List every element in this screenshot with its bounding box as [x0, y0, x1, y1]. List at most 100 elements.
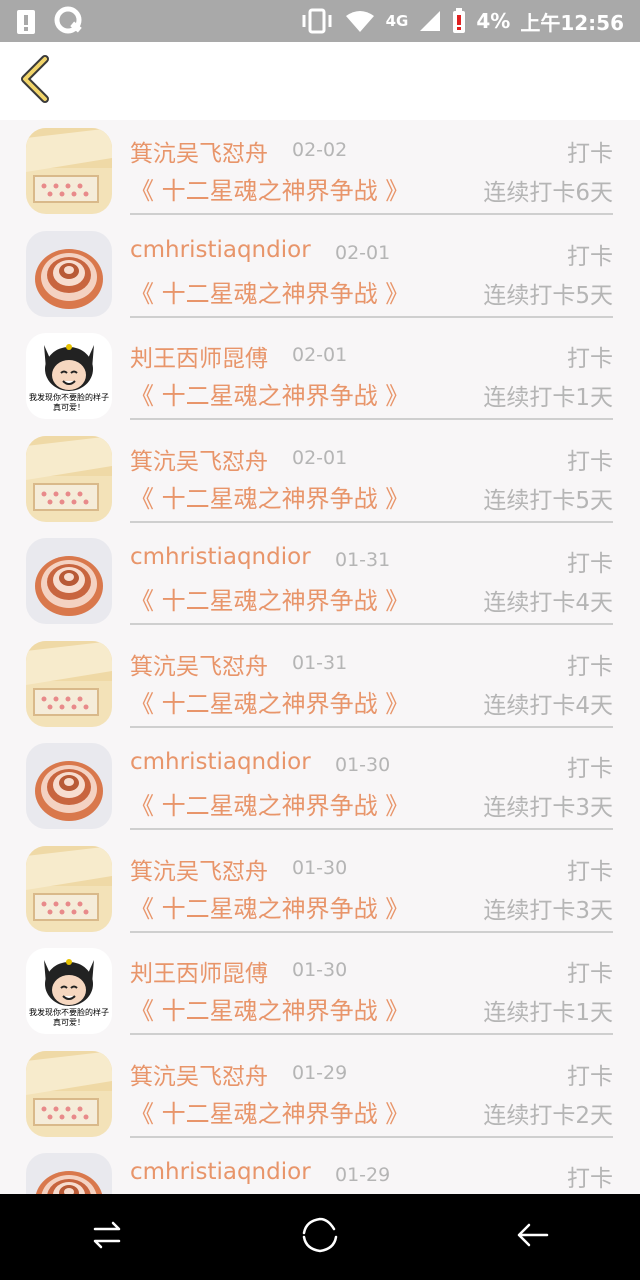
avatar[interactable]: 我发现你不要脸的样子真可爱！	[26, 333, 112, 419]
row-content: 箕沆吴飞怼舟 01-29 打卡《 十二星魂之神界争战 》 连续打卡2天	[130, 1043, 613, 1138]
username[interactable]: 刔王㐁师㖯傅	[130, 954, 268, 988]
search-app-icon	[54, 6, 84, 36]
avatar[interactable]	[26, 128, 112, 214]
username[interactable]: 箕沆吴飞怼舟	[130, 647, 268, 681]
row-content: cmhristiaqndior 02-01 打卡《 十二星魂之神界争战 》 连续打卡5…	[130, 223, 613, 318]
nav-back-button[interactable]	[503, 1207, 563, 1267]
checkin-row[interactable]: 我发现你不要脸的样子真可爱！ 刔王㐁师㖯傅 02-01 打卡《 十二星魂之神界争战 》…	[0, 325, 640, 428]
sim-alert-icon	[16, 7, 36, 35]
checkin-action-label: 打卡	[567, 756, 613, 782]
back-button[interactable]	[14, 55, 54, 107]
checkin-date: 01-30	[292, 856, 348, 879]
checkin-row[interactable]: cmhristiaqndior 01-29 打卡	[0, 1145, 640, 1194]
avatar[interactable]	[26, 743, 112, 829]
checkin-row[interactable]: cmhristiaqndior 02-01 打卡《 十二星魂之神界争战 》 连续打卡5…	[0, 223, 640, 326]
avatar[interactable]	[26, 1153, 112, 1194]
book-title[interactable]: 《 十二星魂之神界争战 》	[130, 479, 409, 514]
row-content: 刔王㐁师㖯傅 01-30 打卡《 十二星魂之神界争战 》 连续打卡1天	[130, 940, 613, 1035]
header-bar	[0, 42, 640, 121]
checkin-list[interactable]: 箕沆吴飞怼舟 02-02 打卡《 十二星魂之神界争战 》连续打卡6天 cmhristi…	[0, 120, 640, 1194]
book-title[interactable]: 《 十二星魂之神界争战 》	[130, 274, 409, 309]
book-title[interactable]: 《 十二星魂之神界争战 》	[130, 991, 409, 1026]
chevron-left-icon	[17, 55, 51, 107]
checkin-date: 01-31	[335, 549, 391, 571]
streak-label: 连续打卡4天	[483, 692, 613, 719]
avatar[interactable]	[26, 435, 112, 522]
row-content: cmhristiaqndior 01-31 打卡《 十二星魂之神界争战 》 连续打卡4…	[130, 530, 613, 625]
username[interactable]: cmhristiaqndior	[130, 237, 311, 263]
streak-label: 连续打卡5天	[483, 282, 613, 309]
avatar[interactable]	[26, 845, 112, 932]
row-content: cmhristiaqndior 01-29 打卡	[130, 1145, 613, 1194]
avatar[interactable]	[26, 538, 112, 624]
book-title[interactable]: 《 十二星魂之神界争战 》	[130, 376, 409, 411]
avatar[interactable]	[26, 640, 112, 727]
checkin-action-label: 打卡	[567, 1166, 613, 1192]
checkin-row[interactable]: 箕沆吴飞怼舟 01-29 打卡《 十二星魂之神界争战 》 连续打卡2天	[0, 1043, 640, 1146]
avatar[interactable]: 我发现你不要脸的样子真可爱！	[26, 948, 112, 1034]
streak-label: 连续打卡1天	[483, 1000, 613, 1026]
checkin-action-label: 打卡	[567, 346, 613, 372]
checkin-action-label: 打卡	[567, 448, 613, 475]
home-icon	[300, 1215, 340, 1259]
row-content: 箕沆吴飞怼舟 01-31 打卡《 十二星魂之神界争战 》 连续打卡4天	[130, 633, 613, 728]
battery-label: 4%	[476, 9, 511, 33]
streak-label: 连续打卡2天	[483, 1102, 613, 1129]
home-button[interactable]	[290, 1207, 350, 1267]
checkin-action-label: 打卡	[567, 141, 613, 167]
checkin-row[interactable]: 箕沆吴飞怼舟 01-31 打卡《 十二星魂之神界争战 》 连续打卡4天	[0, 633, 640, 736]
checkin-date: 01-29	[292, 1061, 348, 1084]
username[interactable]: cmhristiaqndior	[130, 1159, 311, 1185]
avatar-caption: 我发现你不要脸的样子真可爱！	[29, 393, 109, 412]
checkin-action-label: 打卡	[567, 961, 613, 987]
clock-label: 上午12:56	[520, 10, 624, 35]
checkin-date: 01-29	[335, 1164, 391, 1186]
checkin-date: 02-01	[292, 344, 348, 366]
signal-icon	[418, 9, 442, 33]
checkin-date: 02-02	[292, 139, 348, 161]
network-type-label: 4G	[385, 12, 409, 30]
checkin-row[interactable]: 箕沆吴飞怼舟 02-02 打卡《 十二星魂之神界争战 》 连续打卡6天	[0, 120, 640, 223]
username[interactable]: 箕沆吴飞怼舟	[130, 852, 268, 886]
username[interactable]: 箕沆吴飞怼舟	[130, 1057, 268, 1091]
book-title[interactable]: 《 十二星魂之神界争战 》	[130, 1094, 409, 1129]
status-bar: 4G 4% 上午12:56	[0, 0, 640, 42]
checkin-row[interactable]: cmhristiaqndior 01-31 打卡《 十二星魂之神界争战 》 连续打卡4…	[0, 530, 640, 633]
row-content: 箕沆吴飞怼舟 02-01 打卡《 十二星魂之神界争战 》 连续打卡5天	[130, 428, 613, 523]
username[interactable]: 箕沆吴飞怼舟	[130, 134, 268, 168]
book-title[interactable]: 《 十二星魂之神界争战 》	[130, 889, 409, 924]
checkin-row[interactable]: 箕沆吴飞怼舟 01-30 打卡《 十二星魂之神界争战 》 连续打卡3天	[0, 838, 640, 941]
checkin-action-label: 打卡	[567, 1063, 613, 1090]
username[interactable]: 刔王㐁师㖯傅	[130, 339, 268, 373]
row-content: 箕沆吴飞怼舟 01-30 打卡《 十二星魂之神界争战 》 连续打卡3天	[130, 838, 613, 933]
streak-label: 连续打卡6天	[483, 180, 613, 206]
checkin-row[interactable]: cmhristiaqndior 01-30 打卡《 十二星魂之神界争战 》 连续打卡3…	[0, 735, 640, 838]
system-nav-bar	[0, 1194, 640, 1280]
checkin-row[interactable]: 箕沆吴飞怼舟 02-01 打卡《 十二星魂之神界争战 》 连续打卡5天	[0, 428, 640, 531]
avatar[interactable]	[26, 1050, 112, 1137]
streak-label: 连续打卡3天	[483, 795, 613, 821]
row-content: 箕沆吴飞怼舟 02-02 打卡《 十二星魂之神界争战 》 连续打卡6天	[130, 120, 613, 215]
checkin-date: 02-01	[292, 446, 348, 469]
checkin-row[interactable]: 我发现你不要脸的样子真可爱！ 刔王㐁师㖯傅 01-30 打卡《 十二星魂之神界争战 》…	[0, 940, 640, 1043]
book-title[interactable]: 《 十二星魂之神界争战 》	[130, 786, 409, 821]
book-title[interactable]: 《 十二星魂之神界争战 》	[130, 684, 409, 719]
row-content: cmhristiaqndior 01-30 打卡《 十二星魂之神界争战 》 连续打卡3…	[130, 735, 613, 830]
battery-low-icon	[452, 8, 466, 34]
vibrate-icon	[300, 8, 334, 34]
checkin-date: 01-31	[292, 651, 348, 674]
username[interactable]: cmhristiaqndior	[130, 749, 311, 775]
streak-label: 连续打卡4天	[483, 590, 613, 616]
switch-apps-button[interactable]	[77, 1207, 137, 1267]
checkin-date: 01-30	[335, 754, 391, 776]
username[interactable]: 箕沆吴飞怼舟	[130, 442, 268, 476]
streak-label: 连续打卡5天	[483, 487, 613, 514]
streak-label: 连续打卡3天	[483, 897, 613, 924]
row-content: 刔王㐁师㖯傅 02-01 打卡《 十二星魂之神界争战 》 连续打卡1天	[130, 325, 613, 420]
back-icon	[515, 1217, 551, 1257]
username[interactable]: cmhristiaqndior	[130, 544, 311, 570]
checkin-date: 02-01	[335, 241, 391, 264]
book-title[interactable]: 《 十二星魂之神界争战 》	[130, 171, 409, 206]
avatar[interactable]	[26, 230, 112, 317]
book-title[interactable]: 《 十二星魂之神界争战 》	[130, 581, 409, 616]
